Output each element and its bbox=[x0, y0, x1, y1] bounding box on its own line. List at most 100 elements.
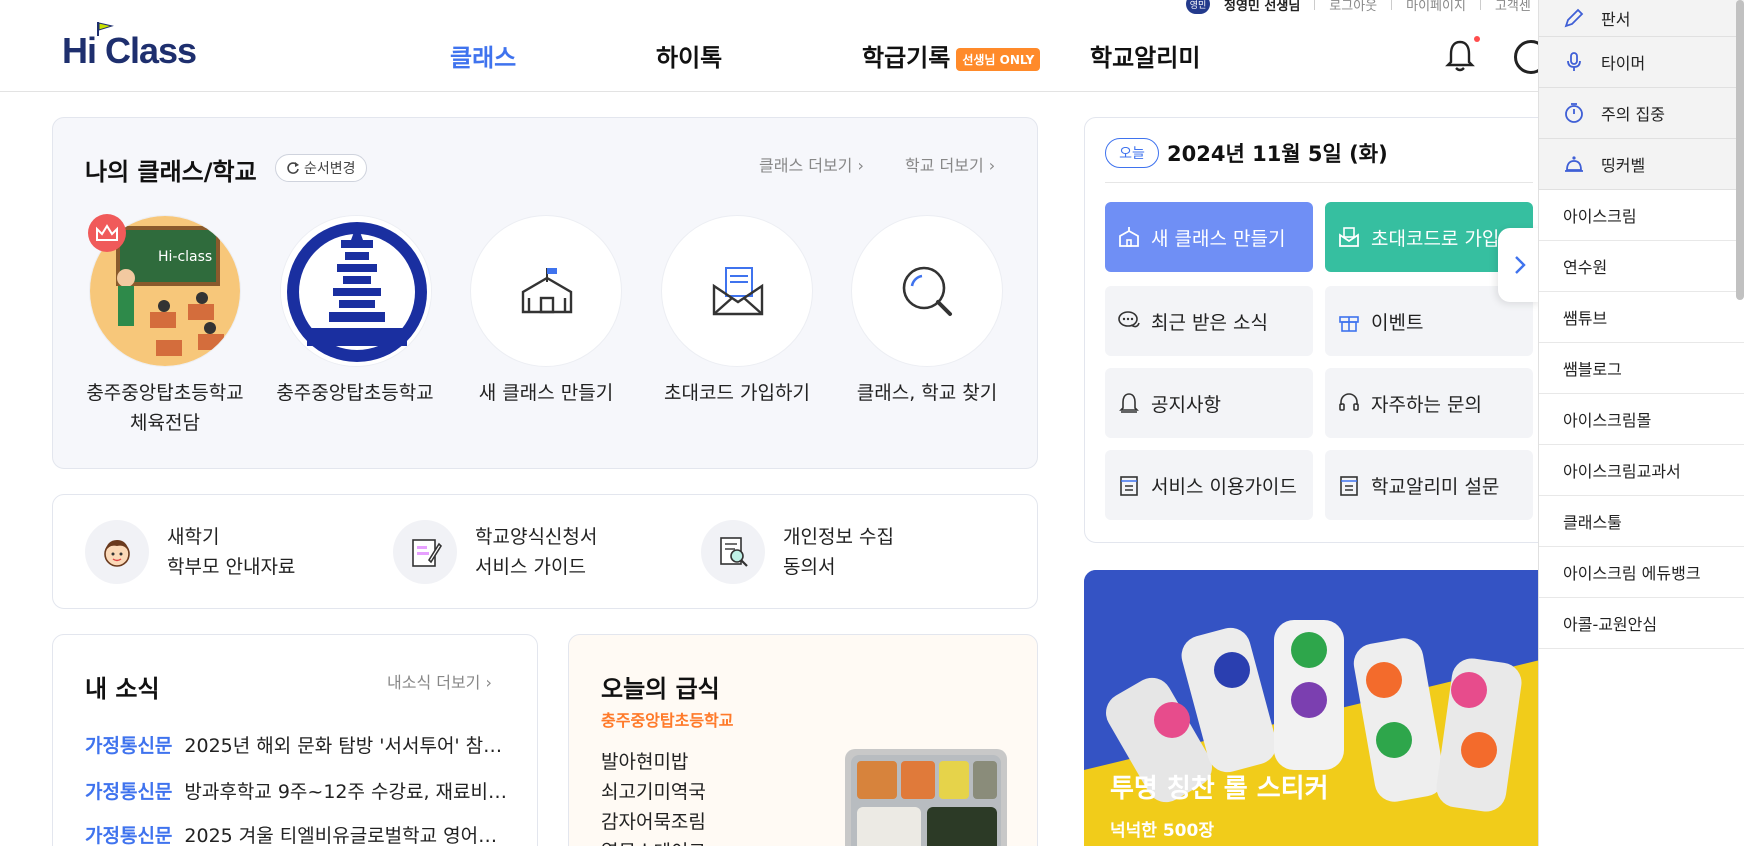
side-menu: 판서 타이머 주의 집중 띵커벨 아이스크림 연수원 쌤튜브 쌤블로그 아이스크… bbox=[1538, 0, 1744, 846]
side-collapse-button[interactable] bbox=[1498, 228, 1542, 302]
side-tool-label: 띵커벨 bbox=[1601, 156, 1646, 175]
guide-line2: 학부모 안내자료 bbox=[167, 556, 296, 578]
mic-icon bbox=[1567, 52, 1581, 71]
mail-icon bbox=[1339, 227, 1359, 247]
promo-banner[interactable]: 투명 칭찬 롤 스티커 넉넉한 500장 bbox=[1084, 570, 1540, 846]
bell-icon bbox=[1119, 393, 1139, 413]
divider bbox=[1479, 0, 1481, 10]
news-tag: 가정통신문 bbox=[85, 781, 173, 803]
nav-hitalk[interactable]: 하이톡 bbox=[656, 38, 722, 73]
my-class-title: 나의 클래스/학교 bbox=[85, 158, 257, 186]
school-emblem-thumb[interactable] bbox=[280, 215, 432, 367]
side-link[interactable]: 아이스크림교과서 bbox=[1539, 445, 1744, 496]
nav-class[interactable]: 클래스 bbox=[450, 38, 516, 73]
support-link[interactable]: 고객센 bbox=[1495, 0, 1531, 14]
side-link[interactable]: 쌤튜브 bbox=[1539, 292, 1744, 343]
guide-text: 학교양식신청서 서비스 가이드 bbox=[475, 522, 597, 582]
guide-school-forms[interactable]: 학교양식신청서 서비스 가이드 bbox=[393, 520, 597, 584]
chevron-right-icon: › bbox=[857, 156, 864, 175]
magnifier-icon bbox=[902, 266, 952, 316]
my-news-title: 내 소식 bbox=[85, 675, 160, 703]
divider bbox=[1105, 182, 1533, 183]
side-tool-board[interactable]: 판서 bbox=[1539, 0, 1744, 37]
document-icon bbox=[1120, 476, 1138, 496]
refresh-icon bbox=[287, 162, 299, 174]
stopwatch-icon bbox=[1565, 103, 1583, 123]
guide-line1: 개인정보 수집 bbox=[783, 526, 894, 548]
guide-line2: 동의서 bbox=[783, 556, 836, 578]
news-row[interactable]: 가정통신문 방과후학교 9주~12주 수강료, 재료비… bbox=[85, 777, 509, 804]
guide-text: 새학기 학부모 안내자료 bbox=[167, 522, 295, 582]
news-more-link[interactable]: 내소식 더보기 › bbox=[387, 669, 492, 693]
chevron-right-icon: › bbox=[485, 673, 492, 692]
nav-school-alimi[interactable]: 학교알리미 bbox=[1090, 38, 1200, 73]
side-link[interactable]: 쌤블로그 bbox=[1539, 343, 1744, 394]
invite-code-label[interactable]: 초대코드 가입하기 bbox=[652, 378, 822, 408]
user-badge: 영민 bbox=[1186, 0, 1210, 14]
side-link[interactable]: 아콜-교원안심 bbox=[1539, 598, 1744, 649]
notice-button[interactable]: 공지사항 bbox=[1105, 368, 1313, 438]
side-link[interactable]: 아이스크림몰 bbox=[1539, 394, 1744, 445]
alimi-survey-button[interactable]: 학교알리미 설문 bbox=[1325, 450, 1533, 520]
class-label-pe[interactable]: 충주중앙탑초등학교 체육전담 bbox=[80, 378, 250, 438]
notification-bell-icon[interactable] bbox=[1442, 38, 1478, 74]
meal-panel: 오늘의 급식 충주중앙탑초등학교 발아현미밥 쇠고기미역국 감자어묵조림 열무소… bbox=[568, 634, 1038, 846]
news-row[interactable]: 가정통신문 2025 겨울 티엘비유글로벌학교 영어… bbox=[85, 821, 509, 846]
guide-text: 개인정보 수집 동의서 bbox=[783, 522, 894, 582]
mypage-link[interactable]: 마이페이지 bbox=[1406, 0, 1466, 14]
divider bbox=[1314, 0, 1316, 10]
side-link[interactable]: 아이스크림 에듀뱅크 bbox=[1539, 547, 1744, 598]
side-tool-attention[interactable]: 주의 집중 bbox=[1539, 88, 1744, 139]
guide-privacy-consent[interactable]: 개인정보 수집 동의서 bbox=[701, 520, 894, 584]
faq-button[interactable]: 자주하는 문의 bbox=[1325, 368, 1533, 438]
new-class-label[interactable]: 새 클래스 만들기 bbox=[461, 378, 631, 408]
meal-photo[interactable] bbox=[845, 749, 1007, 846]
nav-class-record-label: 학급기록 bbox=[862, 44, 951, 72]
guide-panel: 새학기 학부모 안내자료 학교양식신청서 서비스 가이드 개인정보 수집 동의서 bbox=[52, 494, 1038, 609]
my-news-panel: 내 소식 내소식 더보기 › 가정통신문 2025년 해외 문화 탐방 '서서투… bbox=[52, 634, 538, 846]
guide-parent-material[interactable]: 새학기 학부모 안내자료 bbox=[85, 520, 295, 584]
service-guide-button[interactable]: 서비스 이용가이드 bbox=[1105, 450, 1313, 520]
invite-code-circle[interactable] bbox=[661, 215, 813, 367]
side-tool-thinkerbell[interactable]: 띵커벨 bbox=[1539, 139, 1744, 190]
news-text: 방과후학교 9주~12주 수강료, 재료비… bbox=[184, 781, 507, 803]
news-more-label: 내소식 더보기 bbox=[387, 673, 481, 692]
invite-join-label: 초대코드로 가입 bbox=[1371, 227, 1500, 250]
banner-title: 투명 칭찬 롤 스티커 bbox=[1110, 774, 1329, 804]
pen-icon bbox=[1564, 8, 1584, 28]
notice-label: 공지사항 bbox=[1151, 393, 1221, 416]
guide-line1: 새학기 bbox=[167, 526, 220, 548]
reorder-button[interactable]: 순서변경 bbox=[275, 154, 367, 182]
notification-dot bbox=[1474, 36, 1480, 42]
school-more-link[interactable]: 학교 더보기 › bbox=[905, 152, 995, 176]
recent-news-label: 최근 받은 소식 bbox=[1151, 311, 1268, 334]
new-class-circle[interactable] bbox=[470, 215, 622, 367]
logout-link[interactable]: 로그아웃 bbox=[1329, 0, 1377, 14]
guide-line1: 학교양식신청서 bbox=[475, 526, 598, 548]
divider bbox=[1391, 0, 1393, 10]
meal-school: 충주중앙탑초등학교 bbox=[601, 711, 734, 730]
side-link[interactable]: 아이스크림 bbox=[1539, 190, 1744, 241]
side-link[interactable]: 클래스툴 bbox=[1539, 496, 1744, 547]
find-class-label[interactable]: 클래스, 학교 찾기 bbox=[842, 378, 1012, 408]
scrollbar-thumb[interactable] bbox=[1736, 0, 1744, 300]
bell-icon bbox=[1565, 156, 1583, 172]
side-link[interactable]: 연수원 bbox=[1539, 241, 1744, 292]
school-label[interactable]: 충주중앙탑초등학교 bbox=[270, 378, 440, 408]
guide-form-icon bbox=[393, 520, 457, 584]
envelope-icon bbox=[712, 267, 764, 316]
new-class-button[interactable]: 새 클래스 만들기 bbox=[1105, 202, 1313, 272]
chat-icon bbox=[1118, 311, 1140, 328]
class-more-label: 클래스 더보기 bbox=[759, 156, 853, 175]
news-row[interactable]: 가정통신문 2025년 해외 문화 탐방 '서서투어' 참… bbox=[85, 731, 509, 758]
recent-news-button[interactable]: 최근 받은 소식 bbox=[1105, 286, 1313, 356]
page: Hi Class 클래스 하이톡 학급기록 선생님 ONLY 학교알리미 영민 정… bbox=[0, 0, 1744, 846]
teacher-only-badge: 선생님 ONLY bbox=[956, 47, 1041, 71]
nav-class-record[interactable]: 학급기록 선생님 ONLY bbox=[862, 38, 1041, 73]
util-bar: 영민 정영민 선생님 로그아웃 마이페이지 고객센 bbox=[1186, 0, 1531, 14]
side-tool-timer[interactable]: 타이머 bbox=[1539, 37, 1744, 88]
find-class-circle[interactable] bbox=[851, 215, 1003, 367]
meal-item: 발아현미밥 bbox=[601, 751, 689, 773]
side-tool-label: 판서 bbox=[1601, 10, 1631, 29]
class-more-link[interactable]: 클래스 더보기 › bbox=[759, 152, 864, 176]
